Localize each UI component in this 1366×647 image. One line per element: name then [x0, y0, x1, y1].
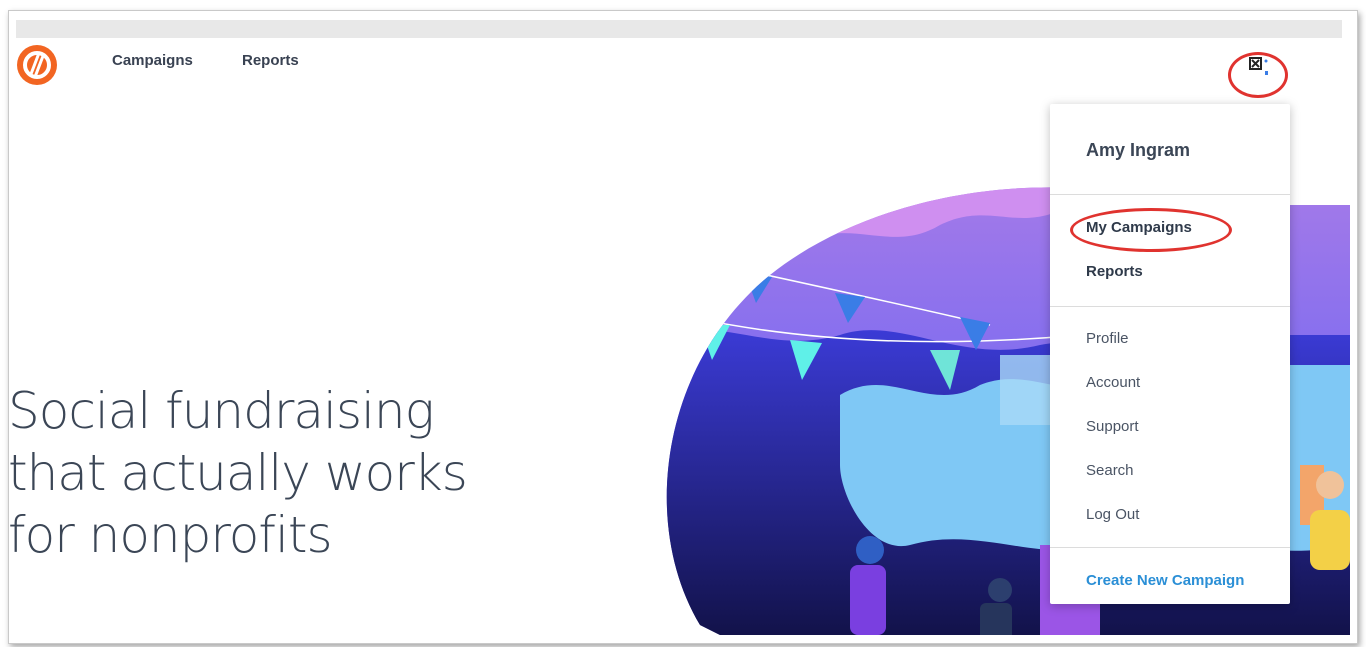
hero-headline: Social fundraising that actually works f…: [8, 380, 468, 566]
menu-item-profile[interactable]: Profile: [1086, 330, 1129, 347]
menu-item-account[interactable]: Account: [1086, 374, 1140, 391]
user-account-icon: [1249, 57, 1268, 75]
hero-line-3: for nonprofits: [8, 506, 333, 564]
dropdown-divider: [1050, 547, 1290, 548]
account-menu-button[interactable]: [1230, 44, 1286, 88]
menu-item-my-campaigns[interactable]: My Campaigns: [1086, 219, 1192, 236]
menu-item-reports[interactable]: Reports: [1086, 263, 1143, 280]
hero-line-1: Social fundraising: [8, 382, 435, 440]
dropdown-divider: [1050, 306, 1290, 307]
nonprofit-logo-icon[interactable]: [16, 44, 58, 86]
browser-top-strip: [16, 20, 1342, 38]
menu-item-support[interactable]: Support: [1086, 418, 1139, 435]
account-dropdown-menu: Amy Ingram My Campaigns Reports Profile …: [1050, 104, 1290, 604]
nav-campaigns-link[interactable]: Campaigns: [112, 52, 193, 69]
create-new-campaign-link[interactable]: Create New Campaign: [1086, 572, 1244, 589]
menu-item-search[interactable]: Search: [1086, 462, 1134, 479]
menu-item-log-out[interactable]: Log Out: [1086, 506, 1139, 523]
hero-line-2: that actually works: [8, 444, 468, 502]
dropdown-divider: [1050, 194, 1290, 195]
nav-reports-link[interactable]: Reports: [242, 52, 299, 69]
dropdown-user-name: Amy Ingram: [1086, 140, 1191, 160]
